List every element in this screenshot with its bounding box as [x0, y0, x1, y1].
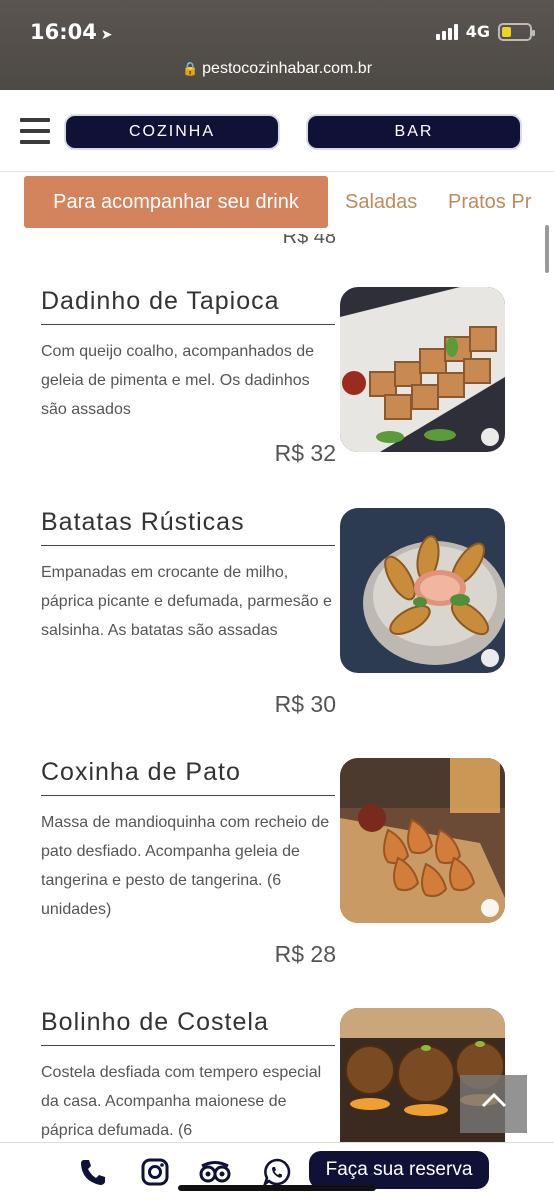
- signal-icon: [435, 23, 458, 40]
- home-indicator: [178, 1185, 376, 1191]
- bottom-action-bar: Faça sua reserva: [0, 1142, 554, 1200]
- scrollbar-thumb[interactable]: [545, 225, 549, 273]
- hamburger-menu-icon[interactable]: [20, 118, 50, 144]
- tripadvisor-icon[interactable]: [198, 1157, 232, 1187]
- whatsapp-icon[interactable]: [262, 1157, 292, 1187]
- item-title: Bolinho de Costela: [41, 1008, 335, 1046]
- item-title: Dadinho de Tapioca: [41, 287, 335, 325]
- category-tabs: Para acompanhar seu drink Saladas Pratos…: [0, 172, 554, 234]
- status-time: 16:04 ➤: [30, 20, 113, 44]
- instagram-icon[interactable]: [140, 1157, 170, 1187]
- status-indicators: 4G: [435, 22, 535, 41]
- battery-level: [502, 26, 512, 37]
- status-time-text: 16:04: [30, 20, 97, 44]
- menu-list: R$ 48 Dadinho de Tapioca Com queijo coal…: [0, 234, 554, 1142]
- item-price: R$ 28: [274, 941, 336, 967]
- item-description: Com queijo coalho, acompanhados de gelei…: [41, 343, 315, 418]
- item-title: Coxinha de Pato: [41, 758, 335, 796]
- location-arrow-icon: ➤: [100, 27, 113, 43]
- item-price: R$ 30: [274, 691, 336, 717]
- chevron-up-icon: [481, 1092, 506, 1108]
- previous-item-price: R$ 48: [282, 234, 336, 248]
- tab-para-acompanhar[interactable]: Para acompanhar seu drink: [24, 176, 328, 228]
- url-bar[interactable]: 🔒 pestocozinhabar.com.br: [0, 60, 554, 78]
- lock-icon: 🔒: [181, 61, 199, 76]
- status-bar: 16:04 ➤ 4G 🔒 pestocozinhabar.com.br: [0, 0, 554, 90]
- item-description: Empanadas em crocante de milho, páprica …: [41, 564, 332, 639]
- site-header: COZINHA BAR: [0, 90, 554, 172]
- reservation-button[interactable]: Faça sua reserva: [309, 1151, 489, 1189]
- item-description: Costela desfiada com tempero especial da…: [41, 1064, 322, 1139]
- tab-saladas[interactable]: Saladas: [345, 176, 417, 228]
- url-text: pestocozinhabar.com.br: [202, 60, 373, 77]
- phone-icon[interactable]: [78, 1157, 108, 1187]
- item-description: Massa de mandioquinha com recheio de pat…: [41, 814, 330, 918]
- bar-button[interactable]: BAR: [308, 116, 520, 148]
- item-photo[interactable]: [340, 758, 505, 923]
- tab-pratos[interactable]: Pratos Pr: [448, 176, 531, 228]
- battery-icon: [498, 22, 535, 41]
- item-photo[interactable]: [340, 287, 505, 452]
- item-title: Batatas Rústicas: [41, 508, 335, 546]
- scroll-to-top-button[interactable]: [460, 1075, 527, 1133]
- item-price: R$ 32: [274, 440, 336, 466]
- item-photo[interactable]: [340, 508, 505, 673]
- cozinha-button[interactable]: COZINHA: [66, 116, 278, 148]
- network-type: 4G: [465, 22, 490, 41]
